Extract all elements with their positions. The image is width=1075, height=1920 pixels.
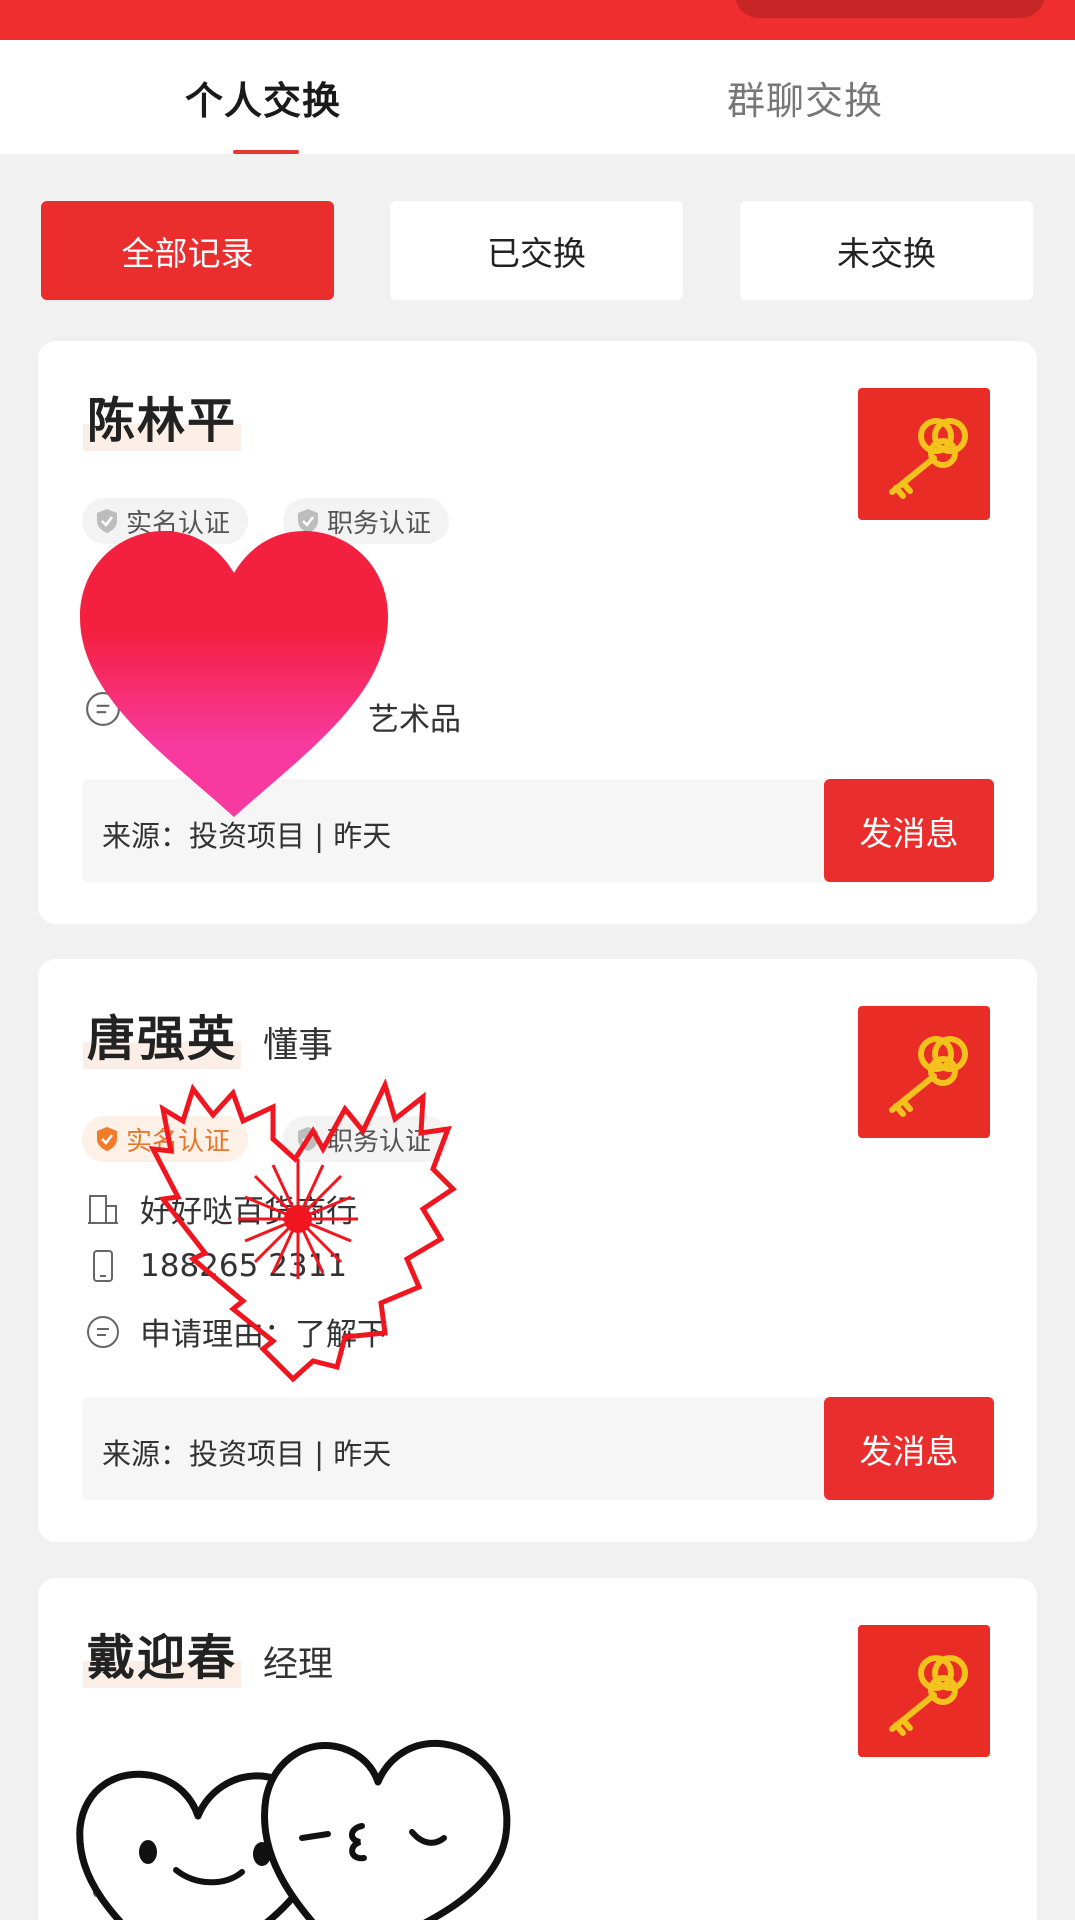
shield-icon xyxy=(97,1127,117,1151)
source-text: 来源：投资项目 | 昨天 xyxy=(102,1437,392,1471)
contact-name-wrap: 陈林平 xyxy=(83,391,242,451)
contact-title: 懂事 xyxy=(263,1026,334,1066)
filter-exchanged[interactable]: 已交换 xyxy=(390,201,683,300)
contact-name: 唐强英 xyxy=(87,1011,238,1067)
heart-sticker-icon xyxy=(80,531,388,817)
contact-name: 陈林平 xyxy=(87,393,238,449)
message-icon xyxy=(87,1315,119,1348)
contact-name-wrap: 唐强英 xyxy=(83,1009,242,1069)
send-message-button[interactable]: 发消息 xyxy=(824,779,994,882)
tab-personal-exchange[interactable]: 个人交换 xyxy=(185,70,341,125)
send-message-button[interactable]: 发消息 xyxy=(824,1397,994,1500)
cartoon-hearts-sticker-icon xyxy=(76,1739,511,1920)
key-logo-icon xyxy=(858,1625,990,1757)
tab-group-exchange[interactable]: 群聊交换 xyxy=(727,70,883,125)
filter-all-records[interactable]: 全部记录 xyxy=(41,201,334,300)
source-bar: 来源：投资项目 | 昨天 发消息 xyxy=(82,1397,994,1500)
contact-card[interactable]: 唐强英 懂事 实名认证 职务认证 好好哒百货商行 188265 2311 申请理… xyxy=(38,959,1037,1542)
top-bar-pill[interactable] xyxy=(735,0,1045,18)
phone-icon xyxy=(93,1250,113,1282)
key-logo-icon xyxy=(858,1006,990,1138)
scribble-heart-sticker-icon xyxy=(148,1079,457,1383)
active-tab-indicator xyxy=(233,150,299,154)
exchange-tabs: 个人交换 群聊交换 xyxy=(0,40,1075,154)
contact-card[interactable]: 陈林平 实名认证 职务认证 艺术品 来源：投资项目 | 昨天 发消息 xyxy=(38,341,1037,924)
key-logo-icon xyxy=(858,388,990,520)
contact-card[interactable]: 戴迎春 经理 4569 xyxy=(38,1578,1037,1920)
building-icon xyxy=(88,1194,118,1224)
filter-not-exchanged[interactable]: 未交换 xyxy=(740,201,1033,300)
top-app-bar xyxy=(0,0,1075,40)
